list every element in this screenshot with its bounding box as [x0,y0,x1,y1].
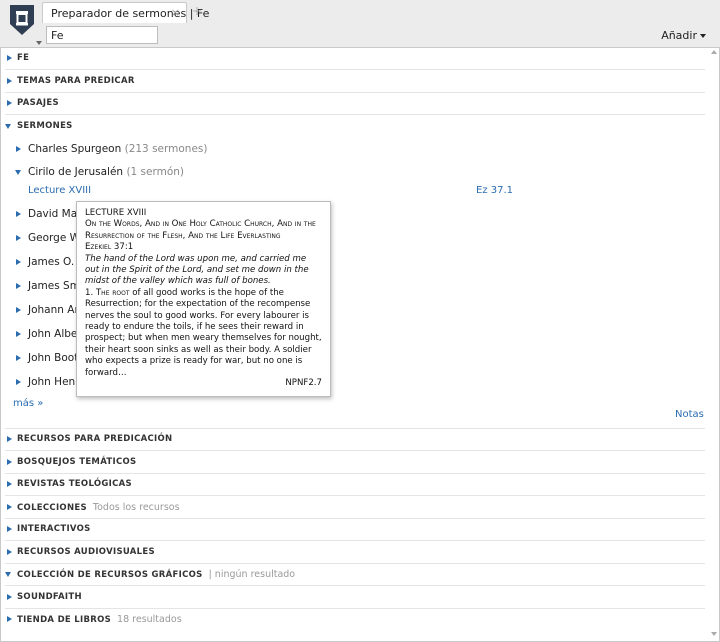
panel-menu-caret-icon [36,41,42,45]
sermon-link-lecture[interactable]: Lecture XVIII [28,185,91,196]
expand-arrow-icon [16,211,21,217]
section-label: REVISTAS TEOLÓGICAS [17,479,132,489]
expand-arrow-icon [16,146,21,152]
expand-arrow-icon [7,436,12,442]
new-tab-icon[interactable]: + [192,4,202,18]
author-label: Charles Spurgeon (213 sermones) [28,143,207,155]
section-label: TIENDA DE LIBROS 18 resultados [17,614,182,625]
add-label: Añadir [661,29,697,42]
section-note: 18 resultados [117,614,182,625]
tab-sermon-builder[interactable]: Preparador de sermones | Fe × [42,2,209,23]
chevron-down-icon [700,34,706,38]
section-label: BOSQUEJOS TEMÁTICOS [17,457,137,467]
scroll-up-arrow-icon[interactable] [711,50,717,54]
section-colecciones[interactable]: COLECCIONES Todos los recursos [5,497,705,519]
section-label: PASAJES [17,98,59,108]
section-label: COLECCIONES Todos los recursos [17,502,180,513]
sermon-count: (1 sermón) [126,166,185,178]
popup-heading: On the Words, And in One Holy Catholic C… [85,219,316,241]
expand-arrow-icon [16,379,21,385]
expand-arrow-icon [7,55,12,61]
popup-source: NPNF2.7 [285,377,322,388]
section-label: FE [17,53,30,63]
close-icon[interactable]: × [171,6,180,19]
section-label: COLECCIÓN DE RECURSOS GRÁFICOS | ningún r… [17,569,295,580]
section-label: TEMAS PARA PREDICAR [17,76,135,86]
search-input[interactable] [46,26,158,44]
add-dropdown-button[interactable]: Añadir [661,29,706,42]
sermon-count: (213 sermones) [124,143,208,155]
section-fe[interactable]: FE [5,48,705,70]
section-recursos[interactable]: RECURSOS PARA PREDICACIÓN [5,429,705,451]
section-soundfaith[interactable]: SOUNDFAITH [5,587,705,609]
expand-arrow-icon [16,283,21,289]
section-audiovisuales[interactable]: RECURSOS AUDIOVISUALES [5,542,705,564]
expand-arrow-icon [16,235,21,241]
expand-arrow-icon [7,616,12,622]
section-label: RECURSOS AUDIOVISUALES [17,547,155,557]
notes-link[interactable]: Notas [675,409,704,420]
section-sermones[interactable]: SERMONES [5,116,705,138]
scripture-ref-link[interactable]: Ez 37.1 [476,185,513,196]
paragraph-number: 1. [85,287,94,298]
expand-arrow-icon [7,78,12,84]
author-label: Cirilo de Jerusalén (1 sermón) [28,166,184,178]
section-title: TIENDA DE LIBROS [17,615,112,625]
author-name: Charles Spurgeon [28,143,122,155]
section-label: SOUNDFAITH [17,592,82,602]
expand-arrow-icon [7,594,12,600]
expand-arrow-icon [16,259,21,265]
expand-arrow-icon [7,526,12,532]
expand-arrow-icon [16,307,21,313]
collapse-arrow-icon [5,572,11,577]
section-interactivos[interactable]: INTERACTIVOS [5,519,705,541]
expand-arrow-icon [7,100,12,106]
section-note: | ningún resultado [208,569,296,580]
popup-quote: The hand of the Lord was upon me, and ca… [85,253,309,287]
sermon-builder-logo-icon [10,5,34,35]
expand-arrow-icon [7,459,12,465]
popup-body: 1. The root of all good works is the hop… [85,288,322,379]
section-note: Todos los recursos [92,502,180,513]
sermon-preview-popup: LECTURE XVIII On the Words, And in One H… [76,201,331,397]
section-revistas[interactable]: REVISTAS TEOLÓGICAS [5,474,705,496]
section-title: COLECCIÓN DE RECURSOS GRÁFICOS [17,570,203,580]
section-pasajes[interactable]: PASAJES [5,93,705,115]
tab-title: Preparador de sermones | Fe [51,7,210,20]
section-label: RECURSOS PARA PREDICACIÓN [17,434,173,444]
author-name: Cirilo de Jerusalén [28,166,124,178]
panel-header: Preparador de sermones | Fe × + Añadir [0,0,720,48]
section-label: INTERACTIVOS [17,524,91,534]
more-link[interactable]: más » [13,398,43,409]
section-label: SERMONES [17,121,73,131]
section-title: COLECCIONES [17,503,87,513]
section-bosquejos[interactable]: BOSQUEJOS TEMÁTICOS [5,452,705,474]
expand-arrow-icon [16,331,21,337]
popup-title: LECTURE XVIII [85,208,147,218]
collapse-arrow-icon [5,124,11,129]
section-tienda[interactable]: TIENDA DE LIBROS 18 resultados [5,609,705,631]
collapse-arrow-icon [15,170,21,175]
panel-menu-button[interactable] [6,4,42,45]
expand-arrow-icon [16,355,21,361]
popup-scripture-ref: Ezekiel 37:1 [85,242,134,253]
expand-arrow-icon [7,549,12,555]
expand-arrow-icon [7,481,12,487]
section-temas[interactable]: TEMAS PARA PREDICAR [5,71,705,93]
section-graficos[interactable]: COLECCIÓN DE RECURSOS GRÁFICOS | ningún r… [5,564,705,586]
paragraph-text: of all good works is the hope of the Res… [85,287,322,378]
scroll-down-arrow-icon[interactable] [711,632,717,636]
paragraph-lead: The root [95,287,130,298]
expand-arrow-icon [7,504,12,510]
